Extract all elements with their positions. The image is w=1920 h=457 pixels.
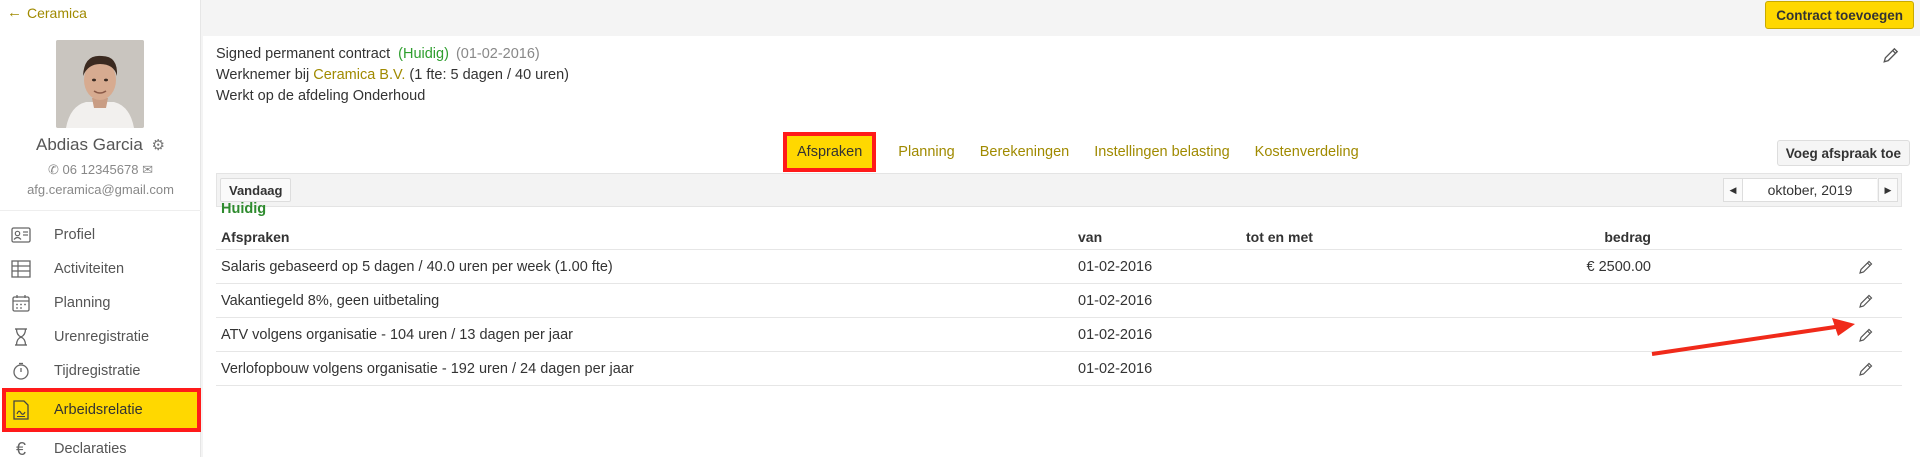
calendar-icon [10,292,32,314]
arrow-left-icon: ← [7,4,22,21]
sidebar-item-urenregistratie[interactable]: Urenregistratie [0,320,201,354]
tab-kostenverdeling[interactable]: Kostenverdeling [1255,144,1359,160]
user-phone-text: 06 12345678 [62,162,139,177]
stopwatch-icon [10,360,32,382]
sidebar-item-label: Tijdregistratie [54,363,141,379]
row-actions [1651,259,1902,275]
sidebar-menu: Profiel Activiteiten Planning Urenregist… [0,218,201,457]
table-row: ATV volgens organisatie - 104 uren / 13 … [216,318,1902,352]
hourglass-icon [10,326,32,348]
profile-card-icon [10,224,32,246]
employer-prefix: Werknemer bij [216,67,310,83]
cell-afspraak: Salaris gebaseerd op 5 dagen / 40.0 uren… [221,258,613,275]
sidebar-item-label: Planning [54,295,111,311]
today-button[interactable]: Vandaag [220,178,292,202]
caret-right-icon: ▶ [1884,184,1892,195]
sidebar-item-label: Profiel [54,227,96,243]
user-name: Abdias Garcia ⚙ [0,135,201,155]
contract-tabs: Afspraken Planning Berekeningen Instelli… [782,132,1384,172]
sidebar-item-planning[interactable]: Planning [0,286,201,320]
cell-bedrag: € 2500.00 [1586,258,1651,275]
tab-instellingen-belasting[interactable]: Instellingen belasting [1094,144,1229,160]
tab-afspraken[interactable]: Afspraken [782,132,877,172]
contract-title: Signed permanent contract (Huidig) (01-0… [216,46,540,62]
tab-berekeningen[interactable]: Berekeningen [980,144,1070,160]
employer-link[interactable]: Ceramica B.V. [313,67,405,83]
contract-date: (01-02-2016) [455,46,540,62]
cell-afspraak: Verlofopbouw volgens organisatie - 192 u… [221,360,634,377]
gear-icon[interactable]: ⚙ [152,136,165,154]
sidebar-item-tijdregistratie[interactable]: Tijdregistratie [0,354,201,388]
row-actions [1651,361,1902,377]
tab-planning[interactable]: Planning [898,144,954,160]
sidebar-item-label: Activiteiten [54,261,125,277]
sidebar-item-label: Urenregistratie [54,329,150,345]
edit-pencil-icon[interactable] [1858,293,1874,309]
cell-afspraak: ATV volgens organisatie - 104 uren / 13 … [221,326,573,343]
phone-icon: ✆ [48,162,59,177]
agreements-table: Afspraken van tot en met bedrag Salaris … [216,224,1902,386]
contract-title-text: Signed permanent contract [216,46,391,62]
euro-icon: € [15,438,26,457]
calendar-toolbar: Vandaag ◀ oktober, 2019 ▶ [216,173,1902,207]
sidebar-item-label: Declaraties [54,441,127,457]
header-afspraken: Afspraken [221,228,290,245]
cell-van: 01-02-2016 [1078,326,1153,343]
back-link[interactable]: ← Ceramica [7,4,87,21]
edit-pencil-icon[interactable] [1858,327,1874,343]
table-row: Verlofopbouw volgens organisatie - 192 u… [216,352,1902,386]
app-root: ← Ceramica Abdias Garcia ⚙ ✆ 06 12345678 [0,0,1920,457]
edit-pencil-icon[interactable] [1858,361,1874,377]
cell-van: 01-02-2016 [1078,258,1153,275]
sidebar-divider [0,210,201,211]
add-agreement-button[interactable]: Voeg afspraak toe [1776,140,1910,166]
cell-afspraak: Vakantiegeld 8%, geen uitbetaling [221,292,440,309]
sidebar-item-label: Arbeidsrelatie [54,402,143,418]
header-bedrag: bedrag [1604,228,1651,245]
sidebar-item-profiel[interactable]: Profiel [0,218,201,252]
user-name-text: Abdias Garcia [36,135,143,154]
prev-month-button[interactable]: ◀ [1723,178,1743,202]
sidebar-item-arbeidsrelatie[interactable]: Arbeidsrelatie [2,388,201,432]
header-van: van [1078,228,1103,245]
contract-status: (Huidig) [398,46,449,62]
user-phone: ✆ 06 12345678 ✉ [0,162,201,178]
row-actions [1651,293,1902,309]
contract-employer-line: Werknemer bij Ceramica B.V. (1 fte: 5 da… [216,67,569,83]
employment-fte: (1 fte: 5 dagen / 40 uren) [409,67,570,83]
edit-pencil-icon[interactable] [1858,259,1874,275]
mail-icon[interactable]: ✉ [142,162,153,177]
cell-van: 01-02-2016 [1078,360,1153,377]
section-current: Huidig [221,201,267,217]
add-contract-button[interactable]: Contract toevoegen [1765,1,1914,29]
table-icon [10,258,32,280]
sidebar-item-declaraties[interactable]: € Declaraties [0,432,201,457]
cell-van: 01-02-2016 [1078,292,1153,309]
sidebar-item-activiteiten[interactable]: Activiteiten [0,252,201,286]
avatar [56,40,144,128]
header-tot-en-met: tot en met [1246,228,1313,245]
back-link-label: Ceramica [27,4,87,21]
table-header: Afspraken van tot en met bedrag [216,224,1902,250]
contract-panel: Signed permanent contract (Huidig) (01-0… [203,36,1920,457]
next-month-button[interactable]: ▶ [1878,178,1898,202]
table-row: Salaris gebaseerd op 5 dagen / 40.0 uren… [216,250,1902,284]
caret-left-icon: ◀ [1729,184,1737,195]
row-actions [1651,327,1902,343]
table-row: Vakantiegeld 8%, geen uitbetaling 01-02-… [216,284,1902,318]
contract-department: Werkt op de afdeling Onderhoud [216,88,426,104]
edit-contract-pencil-icon[interactable] [1882,46,1900,64]
month-display[interactable]: oktober, 2019 [1743,178,1877,202]
user-email: afg.ceramica@gmail.com [27,182,174,197]
contract-document-icon [10,399,32,421]
sidebar: ← Ceramica Abdias Garcia ⚙ ✆ 06 12345678 [0,0,201,457]
